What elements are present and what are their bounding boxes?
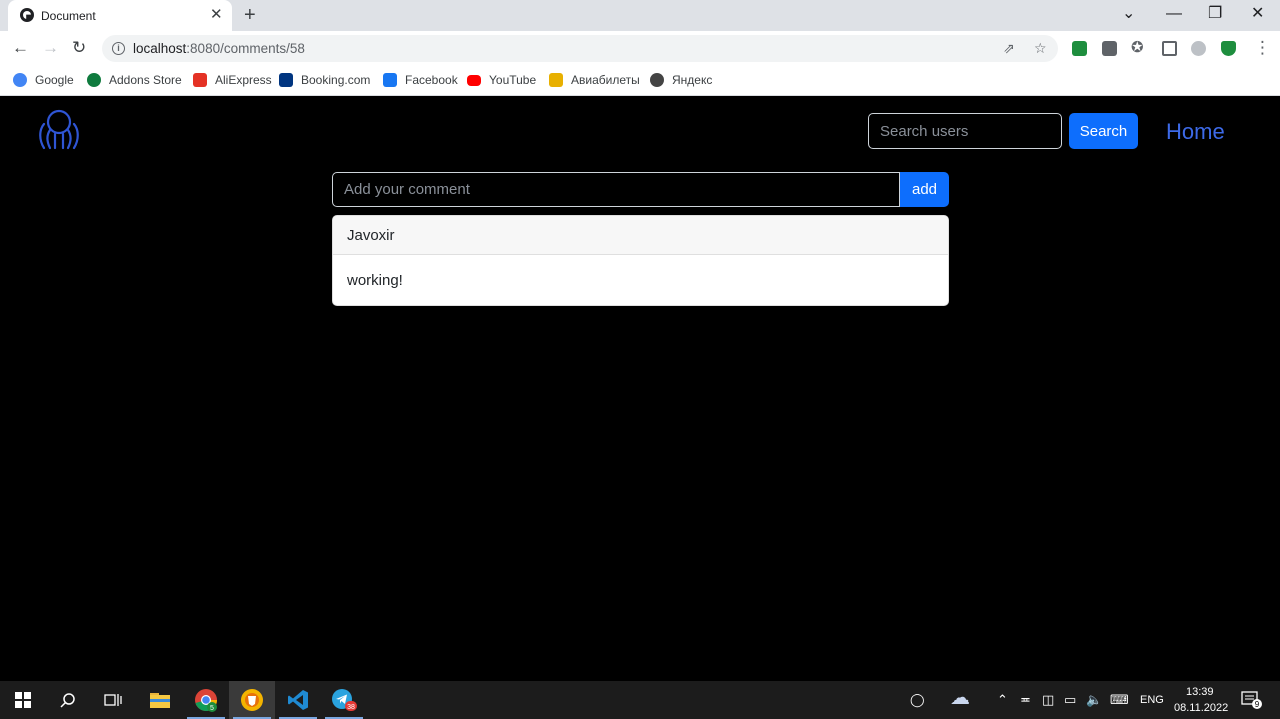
- aviabilety-icon: [549, 73, 563, 87]
- bookmark-aviabilety[interactable]: Авиабилеты: [549, 72, 640, 88]
- new-tab-button[interactable]: +: [244, 4, 256, 26]
- search-users-input[interactable]: [868, 113, 1062, 149]
- comment-author: Javoxir: [333, 216, 948, 255]
- address-bar[interactable]: i localhost:8080/comments/58 ⇗ ☆: [102, 35, 1058, 62]
- adguard-icon[interactable]: [1221, 41, 1236, 56]
- tab-search-icon[interactable]: ⌄: [1122, 4, 1135, 24]
- windows-logo-icon: [15, 692, 31, 708]
- globe-icon: [650, 73, 664, 87]
- star-icon[interactable]: ☆: [1034, 40, 1047, 57]
- clock-date[interactable]: 08.11.2022: [1174, 702, 1228, 714]
- addons-store-icon: [87, 73, 101, 87]
- puzzle-icon[interactable]: ✪: [1131, 38, 1144, 58]
- info-icon[interactable]: i: [112, 42, 125, 55]
- comment-text: working!: [347, 272, 403, 289]
- bookmark-youtube[interactable]: YouTube: [467, 72, 536, 88]
- bookmark-aliexpress[interactable]: AliExpress: [193, 72, 272, 88]
- tab-close-icon[interactable]: ✕: [210, 6, 223, 24]
- forward-arrow-icon[interactable]: →: [42, 38, 59, 58]
- youtube-icon: [467, 74, 481, 86]
- browser-tab[interactable]: Document ✕: [8, 0, 232, 31]
- volume-icon[interactable]: 🔈: [1086, 692, 1102, 708]
- facebook-icon: [383, 73, 397, 87]
- brave-taskbar-button[interactable]: [229, 681, 275, 719]
- file-explorer-button[interactable]: [137, 681, 183, 719]
- search-button[interactable]: Search: [1069, 113, 1138, 149]
- comment-card: Javoxir working!: [332, 215, 949, 306]
- page-content: Search Home add Javoxir working!: [0, 96, 1280, 681]
- search-taskbar-button[interactable]: [45, 681, 91, 719]
- bookmark-yandex[interactable]: Яндекс: [650, 72, 712, 88]
- people-icon[interactable]: ◯: [910, 692, 925, 708]
- task-view-button[interactable]: [90, 681, 136, 719]
- side-panel-icon[interactable]: [1162, 41, 1177, 56]
- share-icon[interactable]: ⇗: [1003, 40, 1015, 57]
- tab-title: Document: [41, 9, 96, 23]
- telegram-taskbar-button[interactable]: 38: [321, 681, 367, 719]
- notifications-button[interactable]: 9: [1232, 681, 1272, 719]
- notification-icon: 9: [1241, 691, 1262, 709]
- bookmark-booking[interactable]: Booking.com: [279, 72, 370, 88]
- minimize-button[interactable]: —: [1166, 4, 1182, 24]
- telegram-icon: 38: [332, 689, 357, 711]
- home-link[interactable]: Home: [1166, 119, 1225, 145]
- restore-button[interactable]: ❐: [1208, 4, 1222, 24]
- search-icon: [60, 693, 75, 708]
- profile-avatar-icon[interactable]: [1191, 41, 1206, 56]
- booking-icon: [279, 73, 293, 87]
- task-view-icon: [104, 694, 122, 706]
- vscode-icon: [288, 690, 308, 710]
- bookmark-google[interactable]: Google: [13, 72, 74, 88]
- language-indicator[interactable]: ENG: [1140, 694, 1164, 706]
- aliexpress-icon: [193, 73, 207, 87]
- comment-input[interactable]: [332, 172, 900, 207]
- vscode-taskbar-button[interactable]: [275, 681, 321, 719]
- telegram-badge: 38: [347, 704, 355, 711]
- shield-extension-icon[interactable]: [1072, 41, 1087, 56]
- add-comment-button[interactable]: add: [900, 172, 949, 207]
- clock-time[interactable]: 13:39: [1186, 686, 1214, 698]
- back-arrow-icon[interactable]: ←: [12, 38, 29, 58]
- bookmark-facebook[interactable]: Facebook: [383, 72, 458, 88]
- menu-dots-icon[interactable]: ⋮: [1254, 38, 1271, 58]
- battery-icon[interactable]: ▭: [1064, 692, 1076, 708]
- onedrive-cloud-icon[interactable]: ☁: [950, 688, 970, 708]
- windows-taskbar: 5 38 ◯ ☁ ⌃ ≖ ◫ ▭ 🔈 ⌨ ENG 13:39 08.11.202…: [0, 681, 1280, 719]
- start-button[interactable]: [0, 681, 46, 719]
- browser-toolbar: ← → ↻ i localhost:8080/comments/58 ⇗ ☆ ✪…: [0, 31, 1280, 65]
- font-extension-icon[interactable]: [1102, 41, 1117, 56]
- chrome-badge: 5: [210, 705, 214, 712]
- url-text: localhost:8080/comments/58: [133, 41, 305, 56]
- browser-tab-strip: Document ✕ + ⌄ — ❐ ✕: [0, 0, 1280, 31]
- folder-icon: [150, 693, 170, 708]
- brave-browser-icon: [241, 689, 263, 711]
- hands-circle-icon[interactable]: [36, 108, 82, 150]
- notification-count: 9: [1255, 700, 1260, 709]
- chrome-taskbar-button[interactable]: 5: [183, 681, 229, 719]
- chevron-up-icon[interactable]: ⌃: [997, 692, 1008, 708]
- close-window-button[interactable]: ✕: [1251, 4, 1264, 24]
- reload-icon[interactable]: ↻: [72, 38, 86, 58]
- google-icon: [13, 73, 27, 87]
- device-icon[interactable]: ◫: [1042, 692, 1054, 708]
- chrome-icon: 5: [195, 689, 218, 712]
- keyboard-icon[interactable]: ⌨: [1110, 692, 1129, 708]
- wifi-icon[interactable]: ≖: [1020, 692, 1031, 708]
- globe-icon: [20, 8, 34, 22]
- bookmarks-bar: Google Addons Store AliExpress Booking.c…: [0, 65, 1280, 96]
- bookmark-addons-store[interactable]: Addons Store: [87, 72, 182, 88]
